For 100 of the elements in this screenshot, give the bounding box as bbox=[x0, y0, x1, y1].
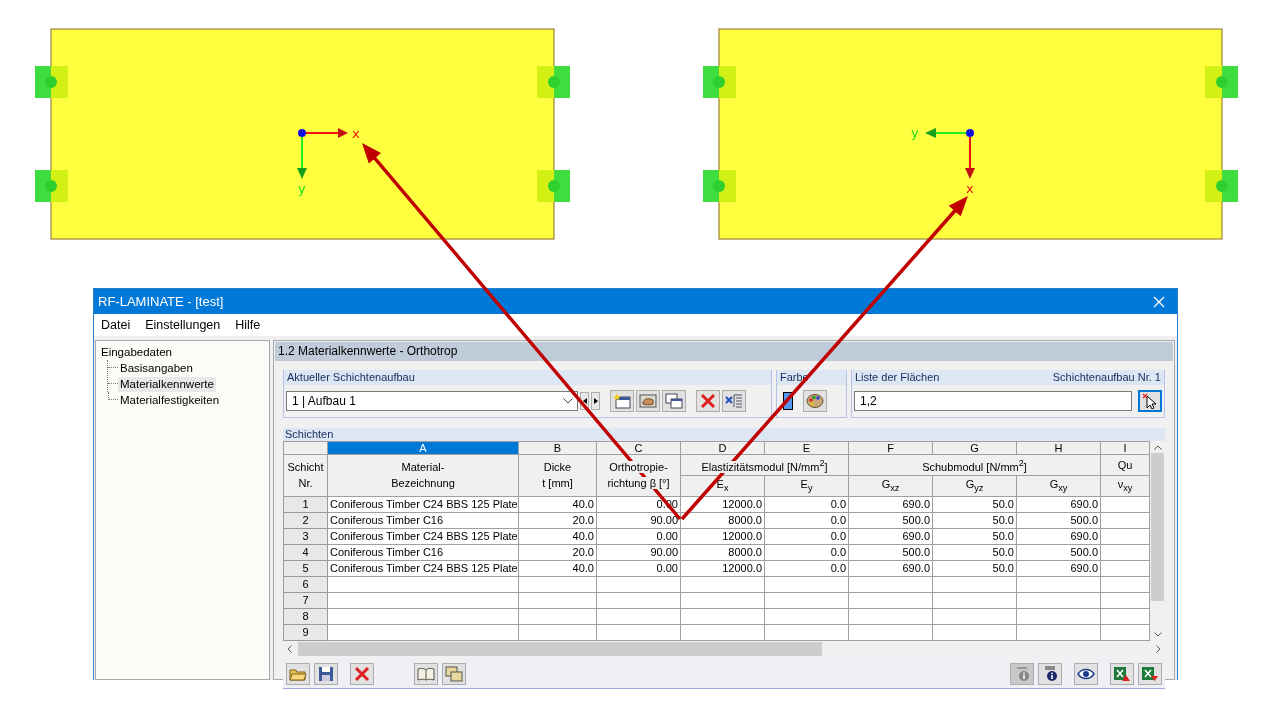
cursor-icon bbox=[1142, 393, 1158, 409]
vertical-scrollbar[interactable] bbox=[1150, 441, 1165, 641]
book-button[interactable] bbox=[414, 662, 438, 685]
info-icon bbox=[1042, 665, 1058, 682]
column-letter[interactable]: H bbox=[1016, 441, 1101, 455]
menu-item[interactable]: Hilfe bbox=[235, 318, 261, 332]
table-cell: Coniferous Timber C24 BBS 125 Plate bbox=[327, 528, 519, 545]
tree-item[interactable]: Basisangaben bbox=[118, 360, 195, 376]
table-cell: 690.0 bbox=[1016, 560, 1101, 577]
chevron-left-icon bbox=[287, 644, 292, 653]
section-label: Schichten bbox=[285, 428, 334, 440]
table-cell: 20.0 bbox=[518, 512, 597, 529]
column-letter[interactable]: F bbox=[848, 441, 933, 455]
column-letter[interactable]: E bbox=[764, 441, 849, 455]
table-cell: 50.0 bbox=[932, 496, 1017, 513]
palette-icon bbox=[806, 393, 824, 409]
support-icon bbox=[703, 170, 736, 202]
column-header: Dicke t [mm] bbox=[518, 454, 597, 497]
chevron-up-icon bbox=[1153, 445, 1162, 450]
list-export-icon bbox=[724, 393, 744, 409]
spreadsheet-icon bbox=[1113, 665, 1131, 682]
column-letter[interactable]: A bbox=[327, 441, 519, 455]
next-button[interactable] bbox=[591, 392, 600, 410]
palette-button[interactable] bbox=[803, 390, 827, 412]
table-cell: 0.00 bbox=[596, 528, 681, 545]
book-icon bbox=[417, 666, 435, 681]
support-icon bbox=[1205, 170, 1238, 202]
table-cell: 500.0 bbox=[1016, 512, 1101, 529]
column-header: Schicht Nr. bbox=[283, 454, 328, 497]
spreadsheet-import-button[interactable] bbox=[1110, 662, 1134, 685]
column-letter[interactable]: D bbox=[680, 441, 765, 455]
table-cell: 690.0 bbox=[848, 496, 933, 513]
table-cell: 0.0 bbox=[764, 496, 849, 513]
axis-label: y bbox=[298, 181, 306, 196]
delete-button[interactable] bbox=[696, 390, 720, 412]
table-cell: 0.00 bbox=[596, 560, 681, 577]
layer-setup-dropdown[interactable]: 1 | Aufbau 1 bbox=[286, 391, 578, 411]
delete-button[interactable] bbox=[350, 662, 374, 685]
delete-icon bbox=[700, 393, 716, 409]
group-label: Liste der Flächen bbox=[855, 370, 940, 385]
table-cell: Coniferous Timber C24 BBS 125 Plate bbox=[327, 560, 519, 577]
table-cell: 0.0 bbox=[764, 544, 849, 561]
table-cell: 0.0 bbox=[764, 560, 849, 577]
window-title: RF-LAMINATE - [test] bbox=[98, 294, 224, 309]
column-group-header: Schubmodul [N/mm$^{2}$] bbox=[848, 454, 1101, 476]
table-cell: 500.0 bbox=[848, 512, 933, 529]
windows-icon bbox=[665, 393, 683, 409]
tree-item[interactable]: Eingabedaten bbox=[101, 345, 264, 360]
table-cell: 690.0 bbox=[1016, 496, 1101, 513]
table-cell: 690.0 bbox=[848, 560, 933, 577]
tree-item[interactable]: Materialkennwerte bbox=[118, 376, 216, 392]
support-icon bbox=[537, 170, 570, 202]
windows-icon bbox=[445, 665, 463, 682]
support-icon bbox=[1205, 66, 1238, 98]
support-icon bbox=[703, 66, 736, 98]
column-letter[interactable]: C bbox=[596, 441, 681, 455]
surface-list-field[interactable]: 1,2 bbox=[854, 391, 1132, 411]
table-cell: 40.0 bbox=[518, 560, 597, 577]
close-icon bbox=[1153, 295, 1165, 308]
spreadsheet-export-button[interactable] bbox=[1138, 662, 1162, 685]
table-cell: 90.00 bbox=[596, 544, 681, 561]
column-header: Material- Bezeichnung bbox=[327, 454, 519, 497]
table-cell: 20.0 bbox=[518, 544, 597, 561]
tree-item[interactable]: Materialfestigkeiten bbox=[118, 392, 222, 408]
save-button[interactable] bbox=[314, 662, 338, 685]
windows-button[interactable] bbox=[662, 390, 686, 412]
save-icon bbox=[318, 665, 334, 682]
triangle-left-icon bbox=[582, 398, 587, 404]
menu-item[interactable]: Einstellungen bbox=[145, 318, 221, 332]
column-letter[interactable]: B bbox=[518, 441, 597, 455]
hand-icon-button[interactable] bbox=[636, 390, 660, 412]
chevron-down-icon bbox=[563, 398, 573, 404]
column-letter[interactable]: G bbox=[932, 441, 1017, 455]
info-button[interactable] bbox=[1038, 662, 1062, 685]
table-cell: 12000.0 bbox=[680, 560, 765, 577]
eye-icon bbox=[1077, 667, 1095, 680]
table-cell: 690.0 bbox=[848, 528, 933, 545]
new-window-icon bbox=[613, 393, 631, 409]
new-layer-button[interactable] bbox=[610, 390, 634, 412]
table-cell: Coniferous Timber C16 bbox=[327, 512, 519, 529]
table-cell: 50.0 bbox=[932, 560, 1017, 577]
info-icon bbox=[1014, 665, 1030, 682]
table-cell: Coniferous Timber C24 BBS 125 Plate bbox=[327, 496, 519, 513]
eye-button[interactable] bbox=[1074, 662, 1098, 685]
pick-button[interactable] bbox=[1138, 390, 1162, 412]
table-cell: 690.0 bbox=[1016, 528, 1101, 545]
origin-dot-icon bbox=[298, 129, 306, 137]
column-letter[interactable]: I bbox=[1100, 441, 1150, 455]
axis-label: y bbox=[911, 125, 919, 140]
menu-item[interactable]: Datei bbox=[101, 318, 131, 332]
axis-label: x bbox=[352, 126, 360, 141]
export-button[interactable] bbox=[722, 390, 746, 412]
support-icon bbox=[537, 66, 570, 98]
group-label: Aktueller Schichtenaufbau bbox=[287, 370, 415, 385]
triangle-right-icon bbox=[593, 398, 598, 404]
table-cell: Coniferous Timber C16 bbox=[327, 544, 519, 561]
open-folder-button[interactable] bbox=[286, 662, 310, 685]
table-cell: 40.0 bbox=[518, 496, 597, 513]
chevron-down-icon bbox=[1153, 631, 1162, 637]
hand-icon bbox=[639, 394, 657, 408]
